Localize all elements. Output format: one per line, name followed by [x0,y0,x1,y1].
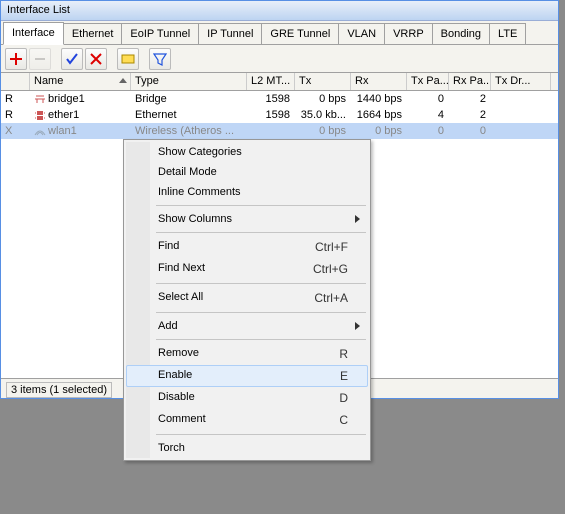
menu-inline-comments[interactable]: Inline Comments [126,182,368,202]
menu-comment[interactable]: CommentC [126,409,368,431]
tab-ethernet[interactable]: Ethernet [63,23,123,44]
cell-flag: R [1,93,30,105]
col-name[interactable]: Name [30,73,131,90]
enable-button[interactable] [61,48,83,70]
tab-bonding[interactable]: Bonding [432,23,490,44]
submenu-arrow-icon [355,215,360,223]
menu-torch[interactable]: Torch [126,438,368,458]
col-rx-packets[interactable]: Rx Pa... [449,73,491,90]
context-menu: Show Categories Detail Mode Inline Comme… [123,139,371,461]
menu-enable[interactable]: EnableE [126,365,368,387]
submenu-arrow-icon [355,322,360,330]
add-button[interactable] [5,48,27,70]
tab-interface[interactable]: Interface [3,22,64,45]
tab-lte[interactable]: LTE [489,23,526,44]
cell-tx: 0 bps [295,93,351,105]
table-row[interactable]: R ether1 Ethernet 1598 35.0 kb... 1664 b… [1,107,558,123]
cell-type: Wireless (Atheros ... [131,125,247,137]
cell-txp: 0 [407,93,449,105]
window-title: Interface List [1,1,558,21]
cell-l2: 1598 [247,93,295,105]
cell-tx: 35.0 kb... [295,109,351,121]
menu-show-categories[interactable]: Show Categories [126,142,368,162]
menu-select-all[interactable]: Select AllCtrl+A [126,287,368,309]
menu-add[interactable]: Add [126,316,368,336]
menu-detail-mode[interactable]: Detail Mode [126,162,368,182]
col-tx-packets[interactable]: Tx Pa... [407,73,449,90]
status-text: 3 items (1 selected) [6,382,112,398]
interface-table: Name Type L2 MT... Tx Rx Tx Pa... Rx Pa.… [1,73,558,139]
table-header: Name Type L2 MT... Tx Rx Tx Pa... Rx Pa.… [1,73,558,91]
tab-ip-tunnel[interactable]: IP Tunnel [198,23,262,44]
tab-gre-tunnel[interactable]: GRE Tunnel [261,23,339,44]
cell-rx: 1664 bps [351,109,407,121]
col-l2mtu[interactable]: L2 MT... [247,73,295,90]
wireless-icon [34,126,46,136]
menu-find-next[interactable]: Find NextCtrl+G [126,258,368,280]
table-row[interactable]: X wlan1 Wireless (Atheros ... 0 bps 0 bp… [1,123,558,139]
menu-find[interactable]: FindCtrl+F [126,236,368,258]
menu-disable[interactable]: DisableD [126,387,368,409]
remove-button[interactable] [29,48,51,70]
cell-name: wlan1 [30,125,131,137]
table-row[interactable]: R bridge1 Bridge 1598 0 bps 1440 bps 0 2 [1,91,558,107]
filter-button[interactable] [149,48,171,70]
cell-type: Bridge [131,93,247,105]
cell-rxp: 2 [449,93,491,105]
col-tx[interactable]: Tx [295,73,351,90]
tabs-bar: Interface Ethernet EoIP Tunnel IP Tunnel… [1,21,558,45]
tab-eoip-tunnel[interactable]: EoIP Tunnel [121,23,199,44]
cell-name: bridge1 [30,93,131,105]
cell-rxp: 0 [449,125,491,137]
toolbar [1,45,558,73]
menu-show-columns[interactable]: Show Columns [126,209,368,229]
col-tx-drops[interactable]: Tx Dr... [491,73,551,90]
cell-txp: 0 [407,125,449,137]
cell-flag: X [1,125,30,137]
cell-l2: 1598 [247,109,295,121]
cell-rx: 1440 bps [351,93,407,105]
col-type[interactable]: Type [131,73,247,90]
disable-button[interactable] [85,48,107,70]
tab-vrrp[interactable]: VRRP [384,23,433,44]
sort-indicator-icon [119,78,127,83]
cell-rxp: 2 [449,109,491,121]
ethernet-icon [34,110,46,120]
cell-txp: 4 [407,109,449,121]
tab-vlan[interactable]: VLAN [338,23,385,44]
cell-rx: 0 bps [351,125,407,137]
bridge-icon [34,94,46,104]
comment-button[interactable] [117,48,139,70]
cell-type: Ethernet [131,109,247,121]
cell-flag: R [1,109,30,121]
col-flag[interactable] [1,73,30,90]
menu-remove[interactable]: RemoveR [126,343,368,365]
col-rx[interactable]: Rx [351,73,407,90]
cell-tx: 0 bps [295,125,351,137]
cell-name: ether1 [30,109,131,121]
